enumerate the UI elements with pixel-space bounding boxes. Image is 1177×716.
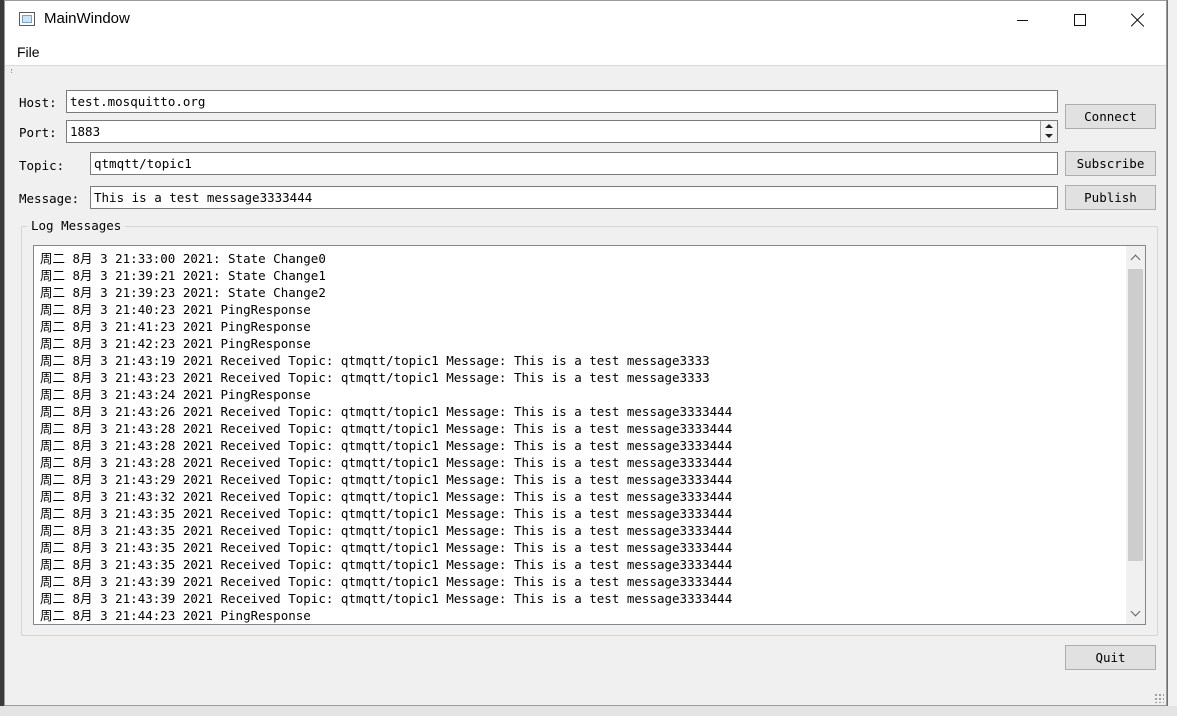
- log-messages-textarea[interactable]: 周二 8月 3 21:33:00 2021: State Change0 周二 8…: [33, 245, 1146, 625]
- host-label: Host:: [19, 95, 57, 110]
- log-line: 周二 8月 3 21:43:35 2021 Received Topic: qt…: [40, 523, 733, 538]
- log-line: 周二 8月 3 21:43:35 2021 Received Topic: qt…: [40, 540, 733, 555]
- resize-grip[interactable]: [1154, 693, 1164, 703]
- log-line: 周二 8月 3 21:43:28 2021 Received Topic: qt…: [40, 455, 733, 470]
- log-lines: 周二 8月 3 21:33:00 2021: State Change0 周二 8…: [40, 250, 1123, 624]
- log-line: 周二 8月 3 21:39:23 2021: State Change2: [40, 285, 326, 300]
- log-line: 周二 8月 3 21:43:28 2021 Received Topic: qt…: [40, 421, 733, 436]
- menu-file[interactable]: File: [17, 44, 40, 60]
- chevron-up-icon: [1045, 124, 1053, 128]
- log-line: 周二 8月 3 21:41:23 2021 PingResponse: [40, 319, 311, 334]
- log-line: 周二 8月 3 21:43:32 2021 Received Topic: qt…: [40, 489, 733, 504]
- log-line: 周二 8月 3 21:43:35 2021 Received Topic: qt…: [40, 557, 733, 572]
- topic-label: Topic:: [19, 158, 65, 173]
- minimize-button[interactable]: [993, 1, 1051, 39]
- window-title: MainWindow: [44, 10, 130, 27]
- log-line: 周二 8月 3 21:43:19 2021 Received Topic: qt…: [40, 353, 710, 368]
- desktop-background-right: [1168, 0, 1177, 716]
- port-spin-buttons: [1040, 121, 1057, 142]
- toolbar-grip[interactable]: [11, 69, 14, 73]
- spin-down-button[interactable]: [1041, 131, 1057, 141]
- log-line: 周二 8月 3 21:43:28 2021 Received Topic: qt…: [40, 438, 733, 453]
- quit-button[interactable]: Quit: [1065, 645, 1156, 670]
- log-line: 周二 8月 3 21:40:23 2021 PingResponse: [40, 302, 311, 317]
- log-line: 周二 8月 3 21:43:26 2021 Received Topic: qt…: [40, 404, 733, 419]
- log-line: 周二 8月 3 21:43:35 2021 Received Topic: qt…: [40, 506, 733, 521]
- host-input[interactable]: test.mosquitto.org: [66, 90, 1058, 113]
- port-label: Port:: [19, 125, 57, 140]
- message-input[interactable]: This is a test message3333444: [90, 186, 1058, 209]
- close-icon: [1131, 13, 1145, 27]
- chevron-down-icon: [1130, 606, 1141, 616]
- scroll-down-button[interactable]: [1126, 602, 1145, 624]
- log-line: 周二 8月 3 21:43:39 2021 Received Topic: qt…: [40, 574, 733, 589]
- log-line: 周二 8月 3 21:43:39 2021 Received Topic: qt…: [40, 591, 733, 606]
- maximize-button[interactable]: [1051, 1, 1109, 39]
- topic-input[interactable]: qtmqtt/topic1: [90, 152, 1058, 175]
- log-line: 周二 8月 3 21:42:23 2021 PingResponse: [40, 336, 311, 351]
- log-line: 周二 8月 3 21:44:23 2021 PingResponse: [40, 608, 311, 623]
- close-button[interactable]: [1109, 1, 1167, 39]
- desktop-background-bottom: [0, 706, 1177, 716]
- publish-button[interactable]: Publish: [1065, 185, 1156, 210]
- message-label: Message:: [19, 191, 80, 206]
- minimize-icon: [1016, 19, 1028, 21]
- title-bar[interactable]: MainWindow: [5, 1, 1166, 39]
- main-window: MainWindow File Host: test.mosquitto.org…: [4, 0, 1167, 706]
- log-line: 周二 8月 3 21:43:23 2021 Received Topic: qt…: [40, 370, 710, 385]
- log-line: 周二 8月 3 21:33:00 2021: State Change0: [40, 251, 326, 266]
- scroll-up-button[interactable]: [1126, 246, 1145, 268]
- log-line: 周二 8月 3 21:43:24 2021 PingResponse: [40, 387, 311, 402]
- port-spinbox[interactable]: 1883: [66, 120, 1058, 143]
- log-line: 周二 8月 3 21:43:29 2021 Received Topic: qt…: [40, 472, 733, 487]
- log-line: 周二 8月 3 21:39:21 2021: State Change1: [40, 268, 326, 283]
- scroll-thumb[interactable]: [1128, 269, 1143, 561]
- chevron-up-icon: [1130, 254, 1141, 264]
- menu-bar: File: [5, 39, 1166, 65]
- chevron-down-icon: [1045, 134, 1053, 138]
- maximize-icon: [1074, 14, 1086, 26]
- app-window-icon: [19, 12, 35, 26]
- log-scrollbar[interactable]: [1126, 246, 1145, 624]
- subscribe-button[interactable]: Subscribe: [1065, 151, 1156, 176]
- connect-button[interactable]: Connect: [1065, 104, 1156, 129]
- log-group-title: Log Messages: [27, 218, 126, 233]
- toolbar-area: [5, 65, 1166, 74]
